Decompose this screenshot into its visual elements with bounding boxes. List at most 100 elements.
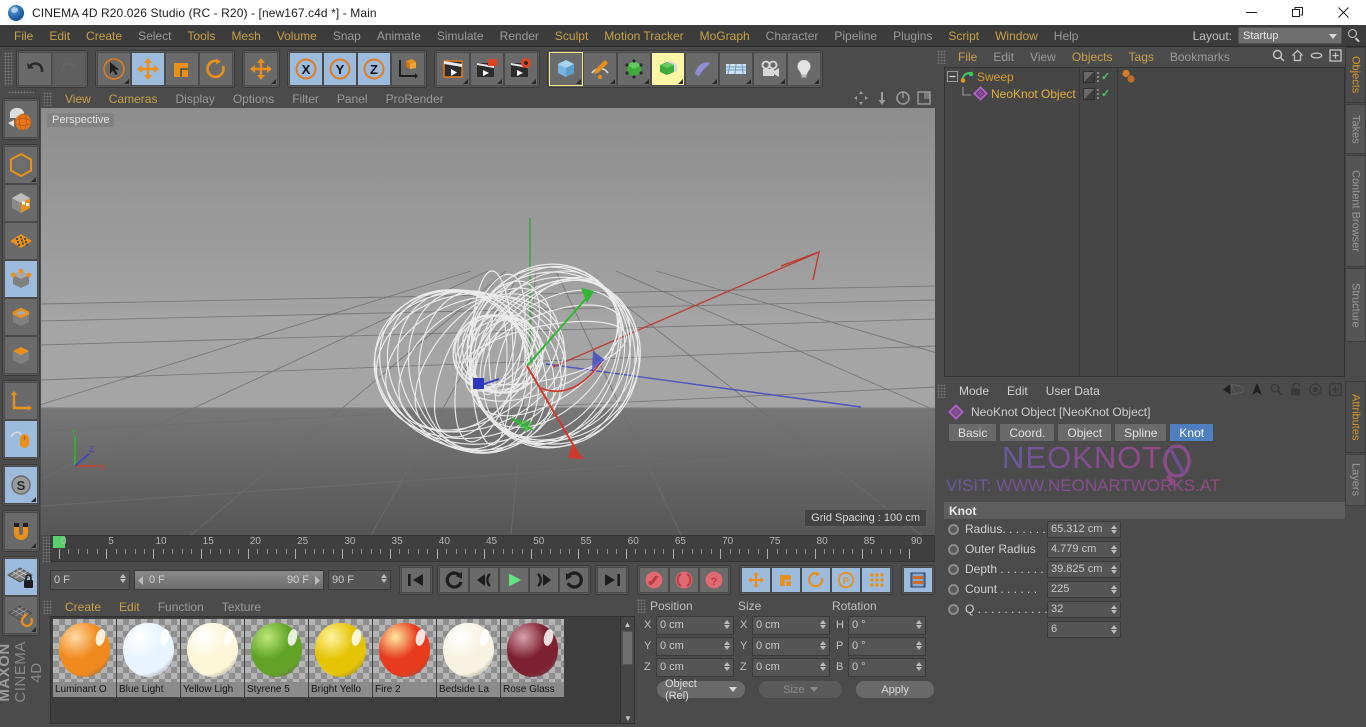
object-menu-edit[interactable]: Edit: [985, 50, 1022, 64]
viewport-menu-view[interactable]: View: [56, 92, 100, 106]
stepper-icon[interactable]: [820, 661, 826, 671]
menu-mograph[interactable]: MoGraph: [692, 27, 758, 45]
material-preview[interactable]: [501, 619, 564, 682]
object-row-neoknot[interactable]: NeoKnot Object: [945, 85, 1079, 102]
workplane-lock[interactable]: [3, 558, 38, 597]
attribute-grip[interactable]: [937, 384, 946, 398]
menu-volume[interactable]: Volume: [269, 27, 325, 45]
q-field[interactable]: 32: [1047, 600, 1121, 618]
position-key-button[interactable]: [741, 567, 771, 593]
apply-button[interactable]: Apply: [855, 680, 935, 699]
animate-dot-icon[interactable]: [948, 563, 959, 575]
menu-render[interactable]: Render: [492, 27, 547, 45]
stepper-icon[interactable]: [724, 619, 730, 629]
search-icon[interactable]: [1272, 49, 1285, 62]
attribute-menu-user-data[interactable]: User Data: [1037, 384, 1109, 398]
object-menu-view[interactable]: View: [1022, 50, 1064, 64]
add-layout-icon[interactable]: [1329, 49, 1342, 62]
object-menu-file[interactable]: File: [950, 50, 985, 64]
menu-sculpt[interactable]: Sculpt: [547, 27, 596, 45]
animate-dot-icon[interactable]: [948, 523, 959, 535]
move-dynamic-tool[interactable]: [244, 51, 278, 86]
stepper-icon[interactable]: [1111, 624, 1117, 634]
points-mode[interactable]: [3, 260, 38, 299]
move-tool[interactable]: [131, 51, 165, 86]
document-end-field[interactable]: 90 F: [328, 570, 391, 590]
camera-menu[interactable]: [753, 51, 787, 86]
scale-key-button[interactable]: [771, 567, 801, 593]
stepper-icon[interactable]: [1111, 564, 1117, 574]
tab-basic[interactable]: Basic: [948, 423, 998, 442]
play-button[interactable]: [499, 567, 529, 593]
search-icon[interactable]: [1348, 28, 1362, 43]
polygons-mode[interactable]: [3, 336, 38, 375]
back-history-icon[interactable]: [1222, 383, 1244, 396]
enabled-check-icon[interactable]: ✓: [1101, 70, 1110, 83]
loop-button[interactable]: [559, 567, 589, 593]
menu-motion-tracker[interactable]: Motion Tracker: [596, 27, 691, 45]
stepper-icon[interactable]: [120, 574, 126, 583]
object-menu-tags[interactable]: Tags: [1121, 50, 1162, 64]
material-preview[interactable]: [181, 619, 244, 682]
make-editable-button[interactable]: [3, 100, 38, 139]
material-item[interactable]: Blue Light: [117, 619, 180, 697]
menu-character[interactable]: Character: [758, 27, 827, 45]
add-icon[interactable]: [1329, 383, 1342, 396]
go-to-start-button[interactable]: [401, 567, 431, 593]
home-icon[interactable]: [1291, 49, 1304, 62]
object-menu-bookmarks[interactable]: Bookmarks: [1162, 50, 1238, 64]
material-preview[interactable]: [373, 619, 436, 682]
world-object-coordinate-toggle[interactable]: [391, 51, 425, 86]
size-mode-dropdown[interactable]: Size: [757, 680, 844, 699]
material-preview[interactable]: [245, 619, 308, 682]
material-menu-edit[interactable]: Edit: [110, 600, 149, 614]
tab-object[interactable]: Object: [1057, 423, 1113, 442]
material-preview[interactable]: [53, 619, 116, 682]
left-toolbar-grip[interactable]: [7, 91, 34, 95]
play-backwards-loop-button[interactable]: [439, 567, 469, 593]
dolly-view-icon[interactable]: [875, 91, 889, 105]
record-active-objects-button[interactable]: [639, 567, 669, 593]
stepper-icon[interactable]: [724, 661, 730, 671]
tab-coord[interactable]: Coord.: [999, 423, 1056, 442]
enabled-check-icon[interactable]: ✓: [1101, 87, 1110, 100]
stepper-icon[interactable]: [724, 640, 730, 650]
expand-collapse-icon[interactable]: [947, 71, 958, 82]
rotation-b-field[interactable]: 0 °: [848, 657, 926, 677]
layout-dropdown[interactable]: Startup: [1238, 27, 1342, 44]
dock-tab-layers[interactable]: Layers: [1345, 454, 1366, 506]
keyframe-selection-button[interactable]: ?: [699, 567, 729, 593]
dock-tab-attributes[interactable]: Attributes: [1345, 381, 1366, 453]
animate-dot-icon[interactable]: [948, 583, 959, 595]
position-z-field[interactable]: 0 cm: [656, 657, 734, 677]
stepper-icon[interactable]: [1111, 544, 1117, 554]
attribute-menu-edit[interactable]: Edit: [998, 384, 1037, 398]
object-tags-sweep[interactable]: ✓: [1080, 68, 1117, 85]
animate-dot-icon[interactable]: [948, 543, 959, 555]
menu-snap[interactable]: Snap: [325, 27, 369, 45]
edges-mode[interactable]: [3, 298, 38, 337]
material-menu-texture[interactable]: Texture: [213, 600, 270, 614]
viewport-menu-panel[interactable]: Panel: [328, 92, 377, 106]
material-menu-function[interactable]: Function: [149, 600, 213, 614]
ellipse-icon[interactable]: [1310, 49, 1323, 62]
material-preview[interactable]: [117, 619, 180, 682]
material-item[interactable]: Luminant O: [53, 619, 116, 697]
menu-mesh[interactable]: Mesh: [223, 27, 268, 45]
coordinate-mode-dropdown[interactable]: Object (Rel): [656, 678, 746, 702]
scroll-down-arrow-icon[interactable]: ▼: [621, 711, 634, 723]
animate-dot-icon[interactable]: [948, 603, 959, 615]
stepper-icon[interactable]: [916, 619, 922, 629]
size-y-field[interactable]: 0 cm: [752, 636, 830, 656]
depth-field[interactable]: 39.825 cm: [1047, 560, 1121, 578]
object-tree[interactable]: Sweep NeoKnot Object ✓ ✓: [944, 67, 1345, 377]
material-preview[interactable]: [309, 619, 372, 682]
maximize-view-icon[interactable]: [917, 91, 931, 105]
outer-radius-field[interactable]: 4.779 cm: [1047, 540, 1121, 558]
visibility-editor-icon[interactable]: [1083, 70, 1095, 83]
stepper-icon[interactable]: [1111, 584, 1117, 594]
viewport-menu-options[interactable]: Options: [224, 92, 283, 106]
menu-script[interactable]: Script: [940, 27, 987, 45]
object-manager-grip[interactable]: [937, 50, 946, 64]
menu-help[interactable]: Help: [1046, 27, 1087, 45]
